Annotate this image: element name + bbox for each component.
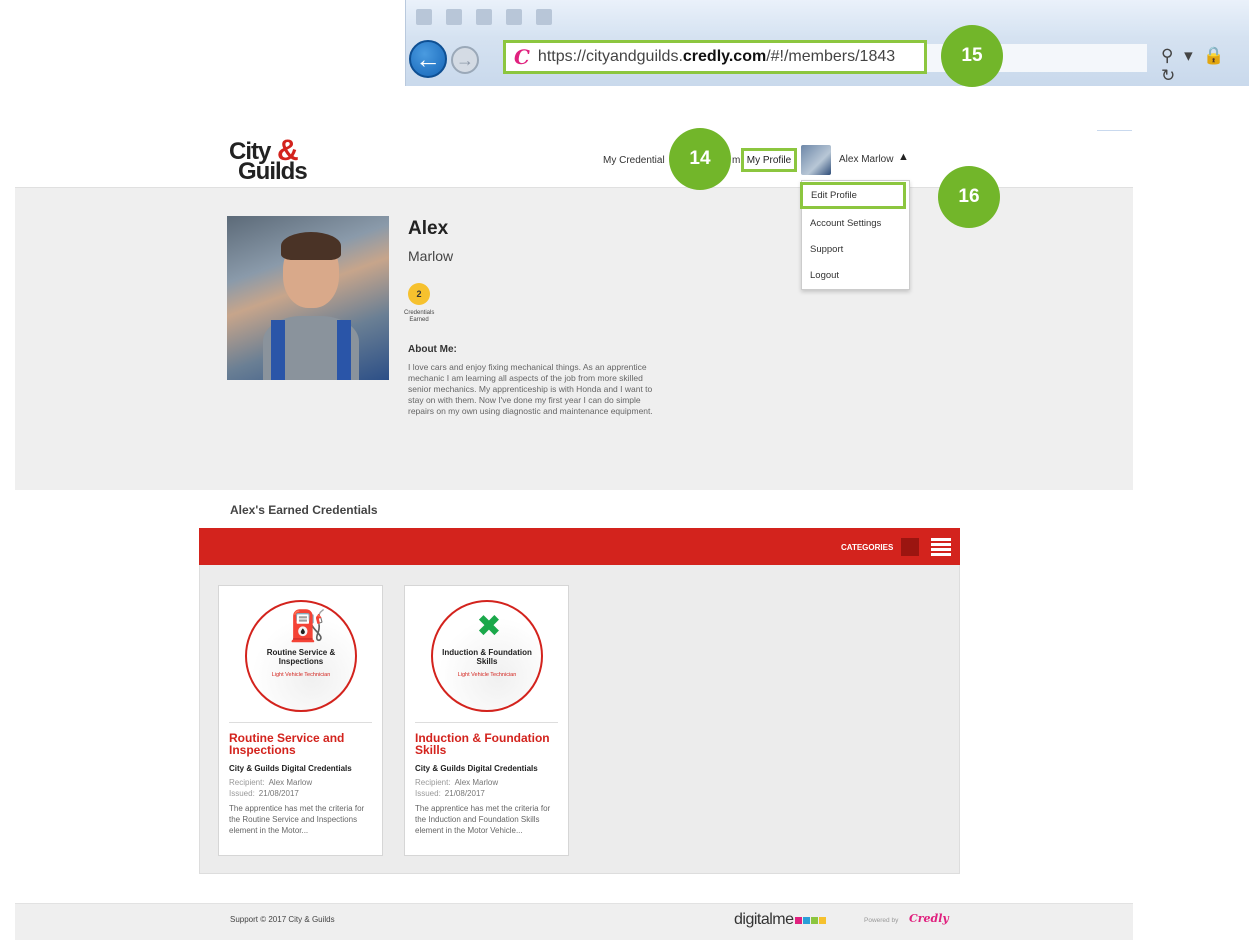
avatar[interactable] (801, 145, 831, 175)
credential-badge: ⛽ Routine Service & Inspections Light Ve… (245, 600, 357, 712)
fuel-can-icon: ⛽ (289, 610, 327, 643)
about-text: I love cars and enjoy fixing mechanical … (408, 362, 653, 416)
credential-card[interactable]: ⛽ Routine Service & Inspections Light Ve… (218, 585, 383, 856)
menu-item-edit-profile[interactable]: Edit Profile (800, 182, 906, 209)
address-bar[interactable]: C https://cityandguilds. credly.com/#!/me… (503, 40, 927, 74)
issued-row: Issued: 21/08/2017 (415, 789, 485, 798)
recipient-row: Recipient: Alex Marlow (415, 778, 498, 787)
menu-item-logout[interactable]: Logout (810, 270, 839, 281)
list-line (931, 543, 951, 546)
credential-description: The apprentice has met the criteria for … (229, 804, 365, 835)
credly-favicon-icon: C (514, 45, 530, 69)
earned-credentials-heading: Alex's Earned Credentials (230, 503, 378, 517)
credential-title[interactable]: Induction & Foundation Skills (415, 732, 563, 756)
toolbar-icon[interactable] (476, 9, 492, 25)
wrench-screwdriver-icon: ✖ (476, 610, 502, 643)
credential-badge: ✖ Induction & Foundation Skills Light Ve… (431, 600, 543, 712)
forward-button[interactable]: → (451, 46, 479, 74)
photo-strap (337, 320, 351, 380)
badge-name: Routine Service & Inspections (266, 648, 336, 666)
recipient-label: Recipient: (415, 778, 451, 787)
recipient-value: Alex Marlow (454, 778, 499, 787)
logo-square (802, 917, 810, 924)
credential-description: The apprentice has met the criteria for … (415, 804, 551, 835)
nav-my-profile[interactable]: My Profile (741, 148, 797, 172)
recipient-value: Alex Marlow (268, 778, 313, 787)
digitalme-logo[interactable]: digitalme (734, 911, 826, 929)
categories-toggle-button[interactable] (901, 538, 919, 556)
card-divider (229, 722, 372, 723)
toolbar-icon[interactable] (536, 9, 552, 25)
url-path: /#!/members/1843 (766, 48, 896, 65)
badge-name: Induction & Foundation Skills (442, 648, 532, 666)
powered-by-label: Powered by (864, 917, 899, 924)
credentials-earned-label: Credentials Earned (404, 310, 435, 323)
recipient-row: Recipient: Alex Marlow (229, 778, 312, 787)
list-line (931, 553, 951, 556)
issued-row: Issued: 21/08/2017 (229, 789, 299, 798)
back-button[interactable]: ← (409, 40, 447, 78)
nav-hidden-item[interactable]: m (732, 155, 740, 166)
logo-square (794, 917, 802, 924)
profile-first-name: Alex (408, 218, 449, 239)
categories-label[interactable]: CATEGORIES (841, 543, 893, 552)
url-prefix: https://cityandguilds. (537, 48, 683, 65)
callout-14: 14 (669, 128, 731, 190)
logo-square (818, 917, 826, 924)
badge-subtitle: Light Vehicle Technician (271, 672, 331, 678)
photo-strap (271, 320, 285, 380)
footer-support-copyright[interactable]: Support © 2017 City & Guilds (230, 915, 335, 924)
edit-profile-label: Edit Profile (811, 190, 857, 201)
callout-15: 15 (941, 25, 1003, 87)
credential-issuer: City & Guilds Digital Credentials (229, 764, 352, 773)
city-and-guilds-logo[interactable]: City & Guilds (229, 134, 319, 188)
profile-photo (227, 216, 389, 380)
photo-hair (281, 232, 341, 260)
card-divider (415, 722, 558, 723)
browser-menu-row (406, 0, 1249, 36)
credential-issuer: City & Guilds Digital Credentials (415, 764, 538, 773)
recipient-label: Recipient: (229, 778, 265, 787)
digitalme-text: digitalme (734, 911, 794, 928)
toolbar-icon[interactable] (416, 9, 432, 25)
credly-logo[interactable]: Credly (909, 912, 949, 925)
profile-last-name: Marlow (408, 248, 454, 264)
forward-arrow-icon: → (456, 49, 474, 70)
nav-my-profile-label: My Profile (746, 154, 792, 166)
logo-square (810, 917, 818, 924)
toolbar-icon[interactable] (506, 9, 522, 25)
badge-subtitle: Light Vehicle Technician (457, 672, 517, 678)
credentials-count-badge: 2 (408, 283, 430, 305)
back-arrow-icon: ← (415, 43, 441, 74)
user-name-menu[interactable]: Alex Marlow (839, 154, 893, 165)
footer (15, 903, 1133, 940)
issued-label: Issued: (229, 789, 255, 798)
callout-16: 16 (938, 166, 1000, 228)
about-heading: About Me: (408, 344, 457, 355)
list-line (931, 538, 951, 541)
menu-item-account-settings[interactable]: Account Settings (810, 218, 881, 229)
credential-card[interactable]: ✖ Induction & Foundation Skills Light Ve… (404, 585, 569, 856)
issued-value: 21/08/2017 (444, 789, 485, 798)
list-view-icon[interactable] (931, 538, 951, 556)
toolbar-icon[interactable] (446, 9, 462, 25)
logo-guilds: Guilds (238, 158, 308, 185)
issued-label: Issued: (415, 789, 441, 798)
browser-toolbar: ← → C https://cityandguilds. credly.com/#… (405, 0, 1249, 86)
caret-up-icon[interactable]: ▲ (898, 151, 909, 163)
url-domain: credly.com (682, 48, 767, 65)
credential-title[interactable]: Routine Service and Inspections (229, 732, 377, 756)
issued-value: 21/08/2017 (258, 789, 299, 798)
nav-my-credentials[interactable]: My Credential (603, 155, 665, 166)
list-line (931, 548, 951, 551)
divider (1097, 130, 1132, 131)
profile-section (15, 187, 1133, 490)
menu-item-support[interactable]: Support (810, 244, 843, 255)
search-lock-refresh-icons[interactable]: ⚲ ▾ 🔒 ↻ (1161, 46, 1249, 86)
